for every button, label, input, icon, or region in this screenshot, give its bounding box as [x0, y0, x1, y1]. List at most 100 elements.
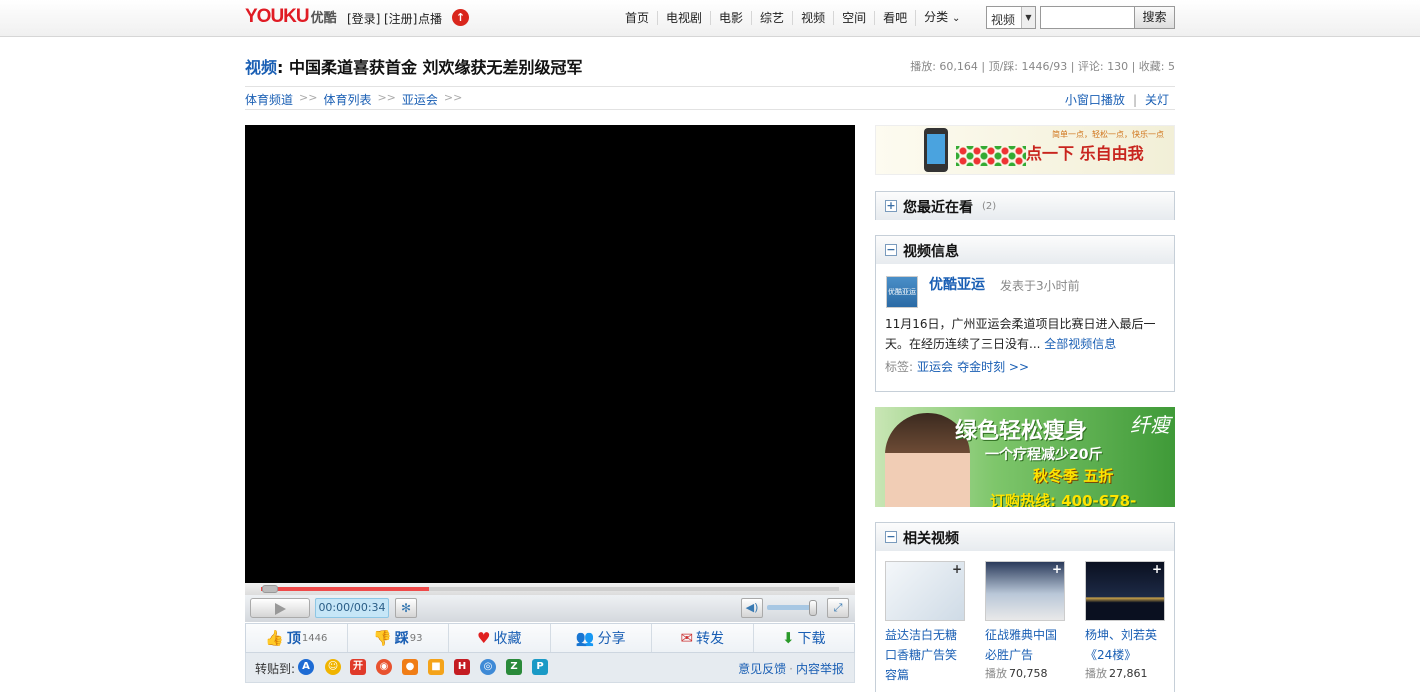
- full-info-link[interactable]: 全部视频信息: [1044, 337, 1116, 351]
- register-link[interactable]: [注册]: [384, 10, 417, 27]
- thumbs-up-button[interactable]: 👍 顶 1446: [246, 624, 347, 652]
- share-site-7-icon[interactable]: H: [454, 659, 470, 675]
- related-panel-header[interactable]: − 相关视频: [876, 523, 1174, 551]
- add-plus-icon[interactable]: +: [952, 563, 962, 575]
- add-plus-icon[interactable]: +: [1152, 563, 1162, 575]
- report-link[interactable]: 内容举报: [796, 662, 844, 676]
- progress-track: [261, 587, 839, 591]
- related-video-item[interactable]: + 益达洁白无糖口香糖广告笑容篇: [885, 561, 965, 685]
- expand-plus-icon[interactable]: +: [885, 200, 897, 212]
- collapse-minus-icon[interactable]: −: [885, 244, 897, 256]
- action-bar: 👍 顶 1446 👎 踩 93 ♥ 收藏 👥 分享 ✉ 转发 ⬇ 下载: [245, 623, 855, 653]
- settings-gear-icon[interactable]: ✻: [395, 598, 417, 618]
- tag-link[interactable]: 夺金时刻: [957, 360, 1005, 374]
- tags-row: 标签: 亚运会 夺金时刻 >>: [885, 358, 1029, 375]
- more-tags-icon[interactable]: >>: [1009, 360, 1029, 374]
- volume-slider[interactable]: [767, 605, 815, 610]
- progress-handle[interactable]: [262, 585, 278, 593]
- share-site-9-icon[interactable]: Z: [506, 659, 522, 675]
- info-title: 视频信息: [903, 244, 959, 260]
- breadcrumb-sports-list[interactable]: 体育列表: [323, 91, 371, 108]
- fullscreen-icon[interactable]: ⤢: [827, 598, 849, 618]
- upload-arrow-icon[interactable]: ↑: [452, 9, 469, 26]
- share-site-8-icon[interactable]: ◎: [480, 659, 496, 675]
- divider: |: [1132, 93, 1137, 107]
- volume-icon[interactable]: ◀): [741, 598, 763, 618]
- search-button[interactable]: 搜索: [1134, 6, 1175, 29]
- video-description: 11月16日，广州亚运会柔道项目比赛日进入最后一天。在经历连续了三日没有... …: [885, 314, 1165, 354]
- info-panel-header[interactable]: − 视频信息: [876, 236, 1174, 264]
- nav-space[interactable]: 空间: [833, 11, 874, 25]
- video-thumbnail[interactable]: +: [885, 561, 965, 621]
- recent-count: (2): [982, 201, 997, 212]
- plays-label: 播放: [985, 667, 1007, 680]
- tag-link[interactable]: 亚运会: [917, 360, 953, 374]
- related-video-plays: 播放 27,861: [1085, 665, 1165, 683]
- nav-home[interactable]: 首页: [617, 11, 657, 25]
- forward-button[interactable]: ✉ 转发: [651, 624, 753, 652]
- lights-off-link[interactable]: 关灯: [1145, 93, 1169, 107]
- favorite-button[interactable]: ♥ 收藏: [448, 624, 550, 652]
- share-site-5-icon[interactable]: ●: [402, 659, 418, 675]
- video-title: : 中国柔道喜获首金 刘欢缘获无差别级冠军: [277, 58, 583, 77]
- progress-bar[interactable]: [245, 583, 855, 595]
- youku-logo[interactable]: YOUKU 优酷: [245, 6, 337, 28]
- video-info-panel: − 视频信息 优酷亚运 优酷亚运 发表于3小时前 11月16日，广州亚运会柔道项…: [875, 235, 1175, 392]
- related-video-item[interactable]: + 征战雅典中国必胜广告 播放 70,758: [985, 561, 1065, 683]
- volume-knob[interactable]: [809, 600, 817, 616]
- video-stats: 播放: 60,164 | 顶/踩: 1446/93 | 评论: 130 | 收藏…: [910, 60, 1175, 73]
- search-scope-select[interactable]: 视频 ▼: [986, 6, 1036, 29]
- share-site-2-icon[interactable]: ☺: [325, 659, 341, 675]
- dropdown-arrow-icon: ▼: [1021, 7, 1035, 28]
- related-video-title[interactable]: 益达洁白无糖口香糖广告笑容篇: [885, 625, 965, 685]
- nav-movie[interactable]: 电影: [710, 11, 751, 25]
- uploader-link[interactable]: 优酷亚运: [929, 274, 985, 294]
- nav-category[interactable]: 分类 ⌄: [915, 10, 968, 26]
- title-prefix-link[interactable]: 视频: [245, 58, 277, 77]
- avatar[interactable]: 优酷亚运: [886, 276, 918, 308]
- share-kaixin-icon[interactable]: 开: [350, 659, 366, 675]
- play-button[interactable]: [250, 598, 310, 618]
- breadcrumb-asian-games[interactable]: 亚运会: [402, 91, 438, 108]
- forward-label: 转发: [696, 631, 725, 647]
- collapse-minus-icon[interactable]: −: [885, 531, 897, 543]
- down-count: 93: [409, 632, 423, 644]
- ad-mid-phone: 订购热线: 400-678-2298: [990, 492, 1137, 507]
- upload-link[interactable]: 点播: [418, 10, 442, 27]
- nav-tv[interactable]: 电视剧: [657, 11, 710, 25]
- plays-count: 70,758: [1009, 667, 1048, 680]
- related-video-item[interactable]: + 杨坤、刘若英《24楼》 播放 27,861: [1085, 561, 1165, 683]
- share-site-1-icon[interactable]: A: [298, 659, 314, 675]
- banner-ad-middle[interactable]: 绿色轻松瘦身 纤瘦 一个疗程减少20斤 秋冬季 五折 订购热线: 400-678…: [875, 407, 1175, 507]
- play-icon: [275, 603, 286, 615]
- up-count: 1446: [301, 632, 328, 644]
- recent-title: 您最近在看: [903, 200, 973, 216]
- banner-ad-top[interactable]: 简单一点，轻松一点，快乐一点 点一下 乐自由我: [875, 125, 1175, 175]
- download-button[interactable]: ⬇ 下载: [752, 624, 855, 652]
- nav-variety[interactable]: 综艺: [751, 11, 792, 25]
- logo-cn: 优酷: [310, 10, 337, 25]
- tags-label: 标签:: [885, 360, 914, 374]
- recent-panel-header[interactable]: + 您最近在看 (2): [876, 192, 1174, 220]
- video-player[interactable]: [245, 125, 855, 583]
- related-video-plays: 播放 70,758: [985, 665, 1065, 683]
- mini-window-link[interactable]: 小窗口播放: [1065, 93, 1125, 107]
- related-video-title[interactable]: 杨坤、刘若英《24楼》: [1085, 625, 1165, 665]
- breadcrumb-sports-channel[interactable]: 体育频道: [245, 91, 293, 108]
- share-button[interactable]: 👥 分享: [549, 624, 652, 652]
- share-site-6-icon[interactable]: ■: [428, 659, 444, 675]
- video-thumbnail[interactable]: +: [1085, 561, 1165, 621]
- search-input[interactable]: [1040, 6, 1135, 29]
- nav-video[interactable]: 视频: [792, 11, 833, 25]
- related-video-title[interactable]: 征战雅典中国必胜广告: [985, 625, 1065, 665]
- share-weibo-icon[interactable]: ◉: [376, 659, 392, 675]
- thumbs-down-button[interactable]: 👎 踩 93: [346, 624, 449, 652]
- video-thumbnail[interactable]: +: [985, 561, 1065, 621]
- add-plus-icon[interactable]: +: [1052, 563, 1062, 575]
- share-site-10-icon[interactable]: P: [532, 659, 548, 675]
- login-link[interactable]: [登录]: [347, 10, 380, 27]
- feedback-link[interactable]: 意见反馈: [738, 662, 786, 676]
- ad-mid-promo: 秋冬季 五折: [1033, 467, 1114, 485]
- nav-kanba[interactable]: 看吧: [874, 11, 915, 25]
- breadcrumb-separator-icon: >>: [299, 91, 318, 104]
